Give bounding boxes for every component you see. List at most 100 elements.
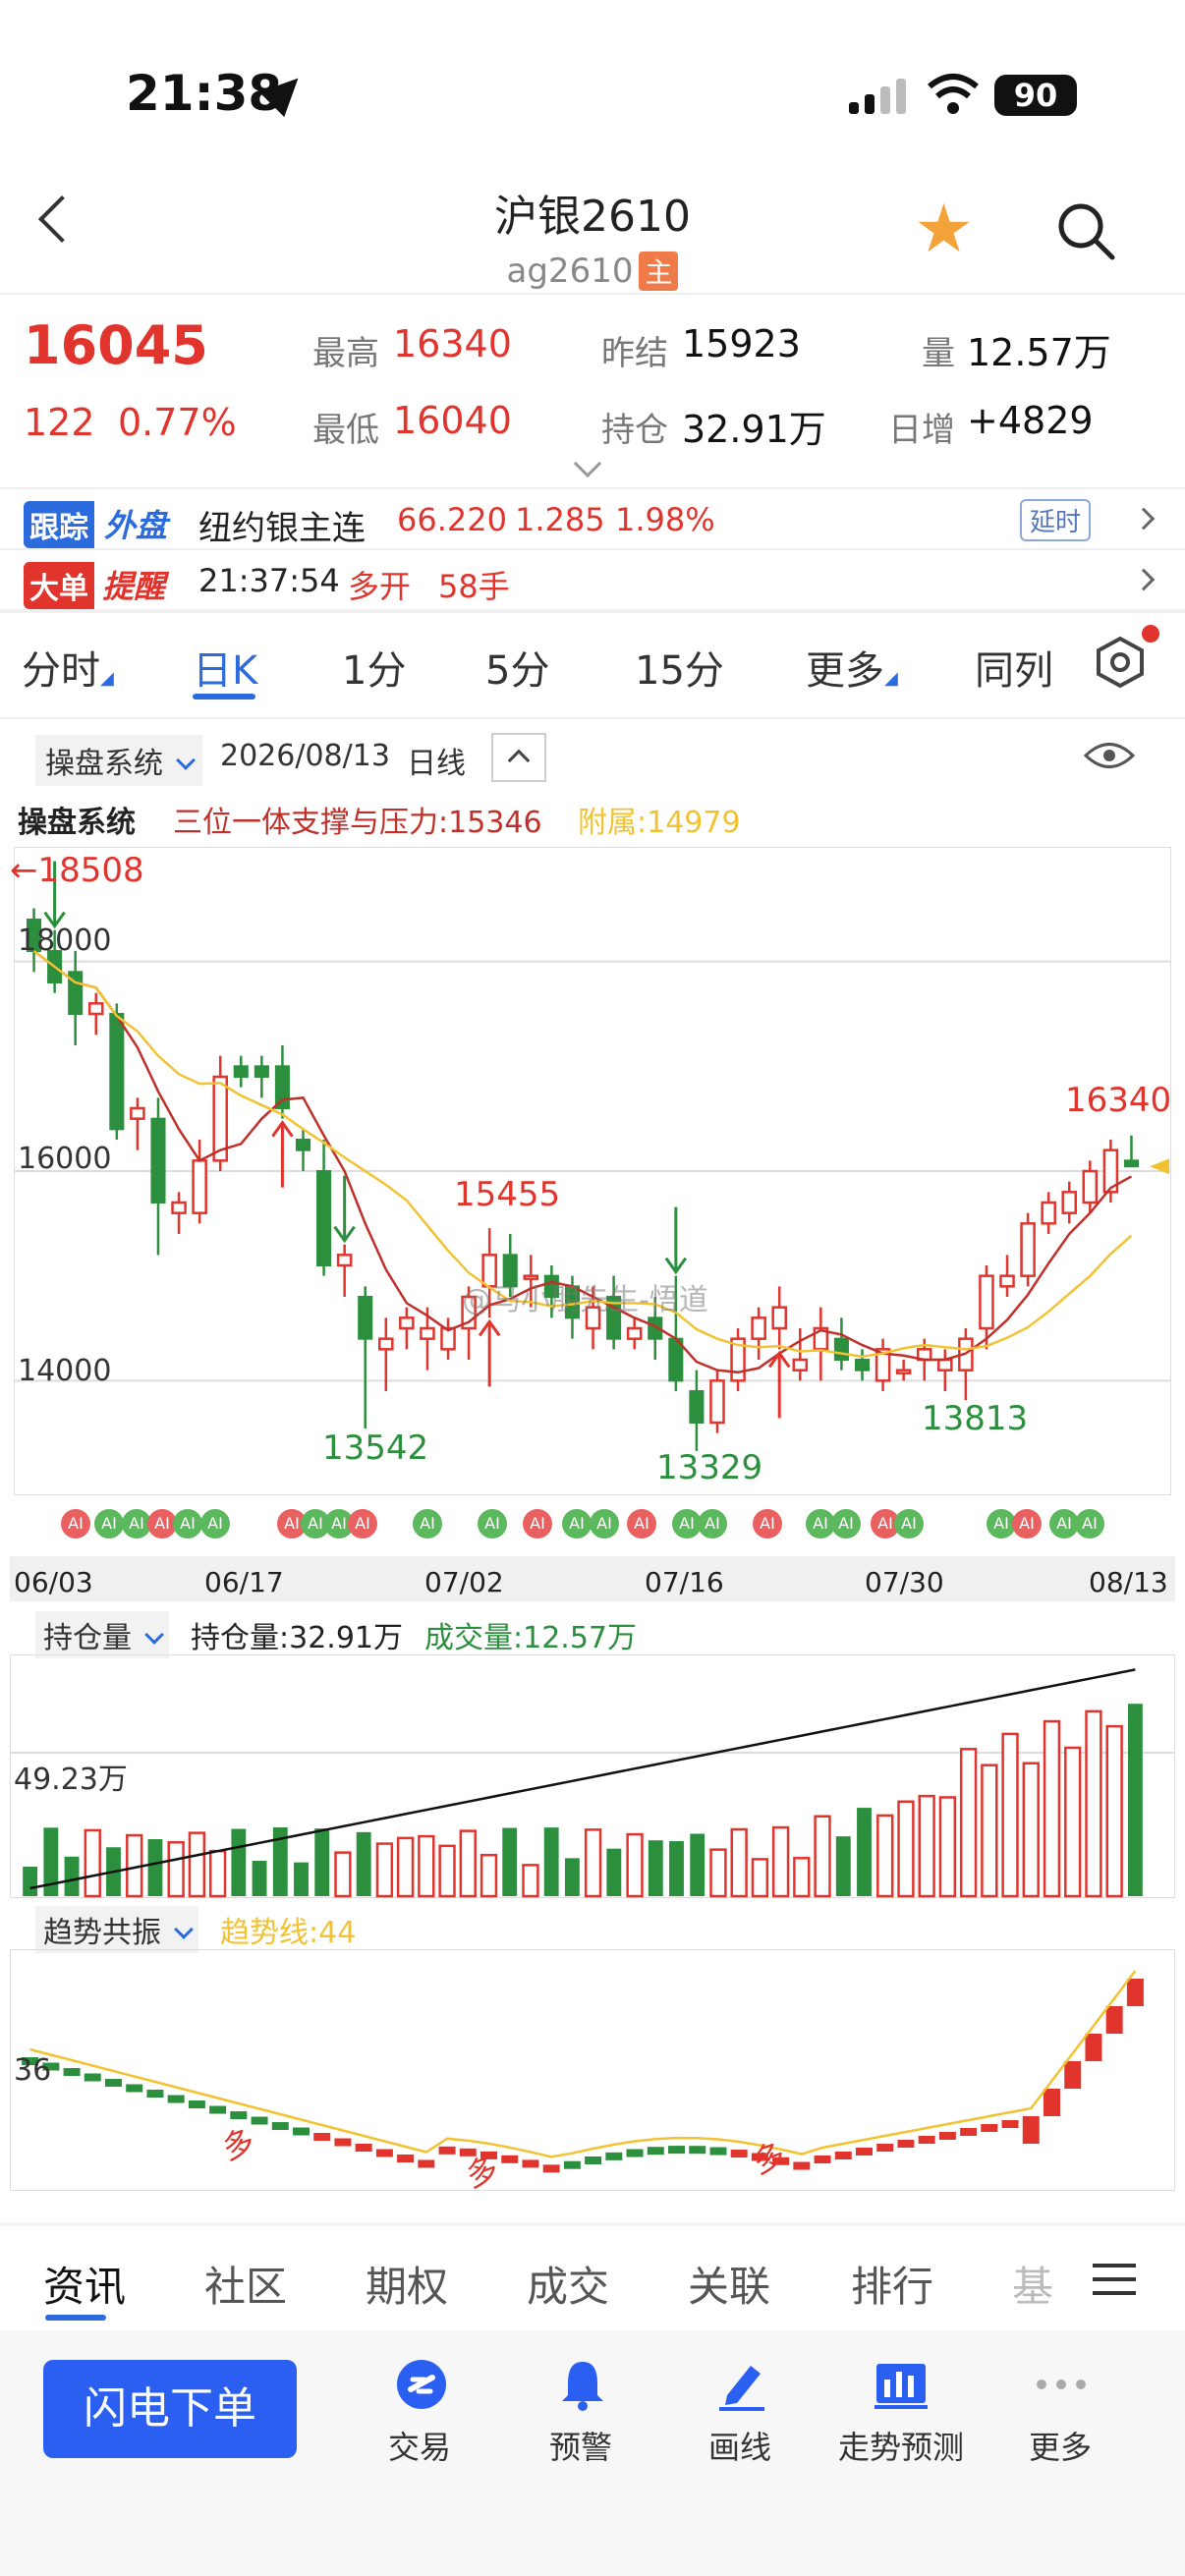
settings-hex-icon[interactable] [1093, 635, 1148, 690]
bottom-tab-fundamentals[interactable]: 基 [1012, 2254, 1063, 2314]
contract-code-text: ag2610 [506, 252, 634, 291]
volume-bar [459, 1829, 477, 1898]
tab-compare[interactable]: 同列 [975, 639, 1053, 696]
support-pressure-label: 三位一体支撑与压力:15346 [173, 806, 542, 840]
toolbar-forecast[interactable]: 走势预测 [827, 2354, 975, 2482]
toolbar-label: 画线 [707, 2429, 771, 2466]
lightning-order-button[interactable]: 闪电下单 [43, 2360, 297, 2458]
collapse-button[interactable] [491, 733, 546, 782]
trend-bar [355, 2144, 372, 2152]
volume-bar [918, 1794, 935, 1898]
trend-bar [856, 2148, 873, 2156]
candle [958, 1328, 974, 1401]
volume-bar [771, 1825, 790, 1898]
trend-bar [897, 2140, 915, 2148]
ai-badge[interactable]: AI [200, 1509, 230, 1539]
ticker-row-big-order[interactable]: 大单 提醒 21:37:54 多开 58手 [0, 550, 1185, 609]
bottom-tab-news[interactable]: 资讯 [43, 2254, 126, 2314]
volume-bar [23, 1867, 38, 1896]
ai-badge[interactable]: AI [348, 1509, 377, 1539]
ai-badge[interactable]: AI [894, 1509, 924, 1539]
star-icon[interactable]: ★ [914, 196, 974, 263]
tab-1min[interactable]: 1分 [342, 639, 406, 696]
ai-badge[interactable]: AI [478, 1509, 507, 1539]
ai-badge[interactable]: AI [94, 1509, 124, 1539]
candle [1020, 1212, 1036, 1287]
toolbar-label: 预警 [548, 2429, 612, 2466]
bottom-tab-community[interactable]: 社区 [204, 2254, 287, 2314]
volume-bar [1105, 1724, 1123, 1898]
tab-timeshare[interactable]: 分时◢ [22, 639, 114, 696]
bottom-tab-ranking[interactable]: 排行 [851, 2254, 933, 2314]
ai-badge[interactable]: AI [590, 1509, 619, 1539]
system-dropdown[interactable]: 操盘系统 [35, 735, 202, 786]
candle [709, 1370, 725, 1433]
trend-bar [668, 2146, 685, 2155]
delay-badge: 延时 [1020, 499, 1092, 541]
chevron-down-icon [143, 1625, 164, 1645]
toolbar-draw[interactable]: 画线 [666, 2354, 814, 2482]
chevron-right-icon [1132, 568, 1156, 591]
candle-body [358, 1296, 373, 1340]
ai-badge[interactable]: AI [831, 1509, 861, 1539]
order-type: 多开 [348, 568, 412, 605]
kline-chart[interactable] [14, 847, 1171, 1495]
bottom-tab-trades[interactable]: 成交 [527, 2254, 609, 2314]
candle [937, 1349, 953, 1391]
eye-icon[interactable] [1083, 739, 1136, 772]
ai-badge[interactable]: AI [173, 1509, 202, 1539]
toolbar-alert[interactable]: 预警 [507, 2354, 654, 2482]
menu-icon[interactable] [1093, 2262, 1136, 2297]
tab-5min[interactable]: 5分 [485, 639, 549, 696]
tab-15min[interactable]: 15分 [635, 639, 724, 696]
trend-bar [938, 2132, 956, 2140]
ai-badge[interactable]: AI [523, 1509, 552, 1539]
tab-more[interactable]: 更多◢ [806, 639, 898, 696]
ai-badge[interactable]: AI [61, 1509, 90, 1539]
volume-value: 12.57万 [967, 331, 1111, 374]
open-interest-value: 32.91万 [682, 408, 826, 451]
oi-dropdown[interactable]: 持仓量 [35, 1611, 169, 1658]
search-icon[interactable] [1057, 202, 1116, 261]
chevron-right-icon [1132, 507, 1156, 531]
bottom-tab-related[interactable]: 关联 [688, 2254, 770, 2314]
volume-chart[interactable] [10, 1654, 1175, 1898]
expand-chevron-icon[interactable] [573, 449, 602, 478]
candle [730, 1328, 746, 1391]
trend-chart[interactable] [10, 1949, 1175, 2191]
ai-badge[interactable]: AI [698, 1509, 727, 1539]
annotation-15455: 15455 [454, 1175, 561, 1214]
tab-daily-k[interactable]: 日K [193, 639, 257, 696]
volume-bar [938, 1796, 957, 1898]
candle [875, 1338, 891, 1391]
date-label: 07/16 [645, 1566, 724, 1598]
ai-badge[interactable]: AI [1012, 1509, 1042, 1539]
candle [212, 1055, 228, 1171]
sell-arrow [664, 1206, 688, 1275]
toolbar-trade[interactable]: 交易 [346, 2354, 493, 2482]
trend-bar [188, 2100, 205, 2108]
ai-badge[interactable]: AI [562, 1509, 592, 1539]
trend-dropdown[interactable]: 趋势共振 [35, 1906, 198, 1953]
divider [0, 2222, 1185, 2226]
bottom-tab-options[interactable]: 期权 [366, 2254, 448, 2314]
volume-value-label: 成交量:12.57万 [424, 1621, 637, 1655]
ticker-change-pct: 1.98% [615, 501, 715, 538]
ai-badge[interactable]: AI [627, 1509, 656, 1539]
candle-body [1061, 1191, 1078, 1214]
main-contract-badge: 主 [639, 252, 679, 291]
ai-badge[interactable]: AI [753, 1509, 782, 1539]
chevron-up-icon [507, 749, 531, 772]
ticker-row-overseas[interactable]: 跟踪 外盘 纽约银主连 66.220 1.285 1.98% 延时 [0, 491, 1185, 548]
candle [895, 1360, 912, 1381]
toolbar-more[interactable]: 更多 [987, 2354, 1134, 2482]
trend-bar [251, 2116, 268, 2125]
divider [0, 717, 1185, 719]
ai-badge[interactable]: AI [1075, 1509, 1104, 1539]
volume-bar [1127, 1704, 1143, 1896]
candle [254, 1055, 269, 1098]
trend-bar [334, 2138, 352, 2147]
candle [399, 1307, 415, 1350]
ai-badge[interactable]: AI [413, 1509, 442, 1539]
trend-bar [167, 2095, 185, 2103]
